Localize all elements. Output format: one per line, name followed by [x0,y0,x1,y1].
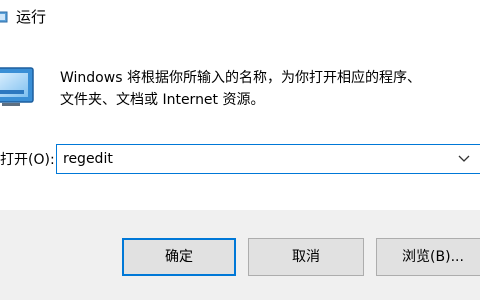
ok-button[interactable]: 确定 [122,238,236,276]
description-line-1: Windows 将根据你所输入的名称，为你打开相应的程序、 [60,70,421,86]
open-input[interactable] [63,149,443,169]
run-dialog: 运行 Windows 将根据你所输入的名称，为你打开相应的程序、 文件夹、文档或… [0,0,480,300]
description-text: Windows 将根据你所输入的名称，为你打开相应的程序、 文件夹、文档或 In… [60,67,470,111]
chevron-down-icon[interactable] [457,153,471,165]
open-combobox[interactable] [56,144,480,174]
open-label: 打开(O): [0,152,55,168]
window-title: 运行 [16,8,47,26]
description-line-2: 文件夹、文档或 Internet 资源。 [60,92,265,108]
title-bar: 运行 [0,0,480,36]
browse-button[interactable]: 浏览(B)... [376,238,480,276]
cancel-button[interactable]: 取消 [248,238,364,276]
run-app-icon [0,11,8,23]
run-icon [0,67,34,106]
button-bar: 确定 取消 浏览(B)... [0,210,480,300]
